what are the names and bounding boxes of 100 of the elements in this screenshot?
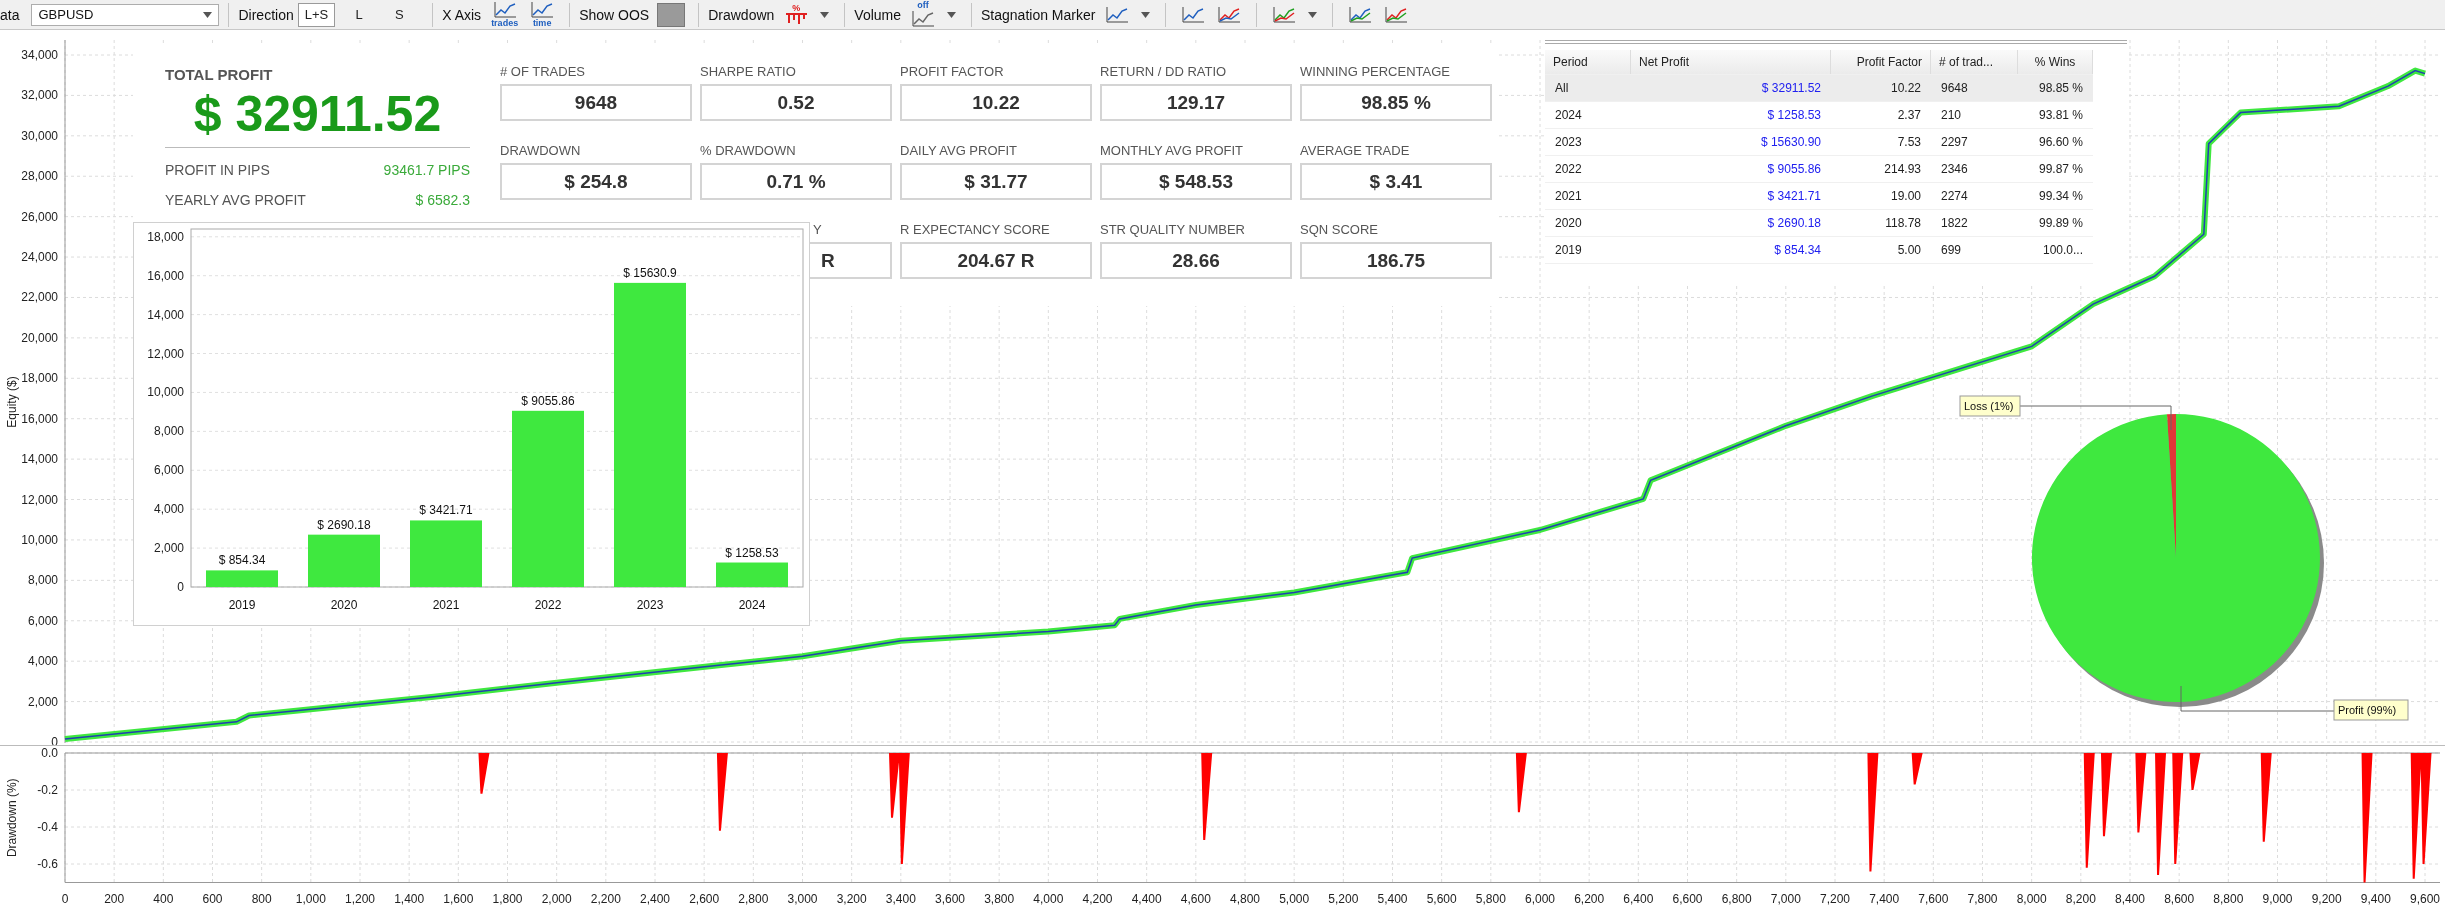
axis-tick-label: 2019 — [228, 598, 256, 612]
volume-button[interactable]: off — [909, 0, 937, 29]
caret-icon[interactable] — [820, 11, 830, 18]
column-header[interactable]: Period — [1545, 50, 1631, 74]
axis-tick-label: 6,800 — [1721, 891, 1752, 906]
axis-title: Equity ($) — [5, 376, 19, 428]
axis-tick-label: 12,000 — [147, 346, 184, 361]
table-cell-text: 96.60 % — [2037, 134, 2084, 151]
line-chart-icon — [1272, 5, 1297, 24]
total-profit-value: $ 32911.52 — [165, 85, 470, 148]
caret-icon[interactable] — [947, 11, 956, 18]
table-cell-text: 99.89 % — [2037, 215, 2084, 232]
metric-label: SQN SCORE — [1300, 222, 1378, 238]
axis-tick-label: 9,400 — [2360, 891, 2391, 906]
column-header[interactable]: # of trad... — [1931, 50, 2018, 74]
table-cell-text: 118.78 — [1884, 215, 1922, 232]
table-cell-text: $ 15630.90 — [1759, 134, 1822, 151]
column-header[interactable]: Net Profit — [1631, 50, 1831, 74]
drawdown-button[interactable]: % — [782, 0, 811, 29]
table-cell-text: $ 3421.71 — [1766, 188, 1822, 205]
metric-label: DAILY AVG PROFIT — [900, 143, 1018, 159]
table-cell-text: 9648 — [1940, 80, 1969, 97]
axis-tick-label: 3,200 — [836, 891, 867, 906]
table-cell-text: 210 — [1940, 107, 1963, 124]
table-cell-text: 93.81 % — [2037, 107, 2084, 124]
axis-tick-label: 6,400 — [1623, 891, 1654, 906]
metric-label: Y — [813, 222, 822, 238]
table-cell-text: 99.34 % — [2037, 188, 2084, 205]
x-axis-button[interactable]: trades — [489, 0, 521, 29]
metric-label: DRAWDOWN — [500, 143, 581, 159]
axis-tick-label: 7,600 — [1918, 891, 1949, 906]
metric-label: AVERAGE TRADE — [1300, 143, 1410, 159]
drawdown-label: Drawdown — [708, 6, 775, 23]
direction-toggle[interactable]: S — [383, 2, 416, 27]
metric-value: $ 3.41 — [1300, 163, 1492, 200]
metric-value: 98.85 % — [1300, 84, 1492, 121]
table-cell-text: 2020 — [1554, 215, 1583, 232]
axis-tick-label: 0 — [177, 580, 184, 594]
axis-tick-label: 4,000 — [27, 654, 58, 669]
axis-tick-label: 4,200 — [1082, 891, 1113, 906]
caret-icon[interactable] — [1141, 11, 1151, 18]
direction-toggle[interactable]: L — [343, 2, 376, 27]
axis-tick-label: -0.6 — [37, 857, 58, 871]
table-cell-text: 214.93 — [1883, 161, 1922, 178]
axis-tick-label: 1,800 — [492, 891, 523, 906]
symbol-dropdown[interactable]: GBPUSD — [31, 3, 220, 26]
bar-value-label: $ 3421.71 — [419, 503, 473, 518]
axis-tick-label: 14,000 — [21, 452, 58, 467]
axis-tick-label: 12,000 — [21, 492, 58, 507]
table-cell-text: 99.87 % — [2037, 161, 2084, 178]
axis-tick-label: 16,000 — [21, 411, 58, 426]
table-cell-text: 2346 — [1940, 161, 1969, 178]
metric-label: STR QUALITY NUMBER — [1100, 222, 1245, 238]
axis-tick-label: 26,000 — [21, 209, 58, 224]
show-oos-toggle[interactable] — [657, 2, 686, 27]
column-header[interactable]: Profit Factor — [1831, 50, 1931, 74]
axis-tick-label: 20,000 — [21, 330, 58, 345]
axis-tick-label: 2024 — [738, 598, 766, 612]
drawdown-bars-icon — [784, 13, 809, 25]
profit-bar — [716, 562, 788, 587]
metric-label: SHARPE RATIO — [700, 64, 796, 80]
direction-toggle[interactable]: L+S — [297, 2, 336, 27]
table-cell-text: $ 2690.18 — [1766, 215, 1822, 232]
metric-label: PROFIT FACTOR — [900, 64, 1004, 80]
axis-tick-label: 1,600 — [443, 891, 474, 906]
axis-tick-label: 2,000 — [153, 541, 184, 556]
metric-value: 10.22 — [900, 84, 1092, 121]
profit-bar — [206, 570, 278, 587]
stat-value: $ 6582.3 — [415, 192, 470, 208]
column-header[interactable]: % Wins — [2018, 50, 2093, 74]
table-cell-text: $ 9055.86 — [1766, 161, 1822, 178]
metric-value: 0.71 % — [700, 163, 892, 200]
table-cell-text: 5.00 — [1896, 242, 1922, 259]
axis-tick-label: 0.0 — [41, 746, 58, 760]
x-axis-button[interactable]: time — [528, 0, 557, 29]
axis-tick-label: 2,000 — [541, 891, 572, 906]
axis-tick-label: 16,000 — [147, 268, 184, 283]
table-row[interactable]: All $ 32911.52 10.22 9648 98.85 % — [1545, 75, 2093, 102]
table-cell-text: 1822 — [1940, 215, 1969, 232]
table-cell-text: 2022 — [1554, 161, 1583, 178]
axis-tick-label: 5,400 — [1377, 891, 1408, 906]
stat-label: YEARLY AVG PROFIT — [165, 192, 306, 208]
metric-label: RETURN / DD RATIO — [1100, 64, 1227, 80]
axis-tick-label: 200 — [104, 891, 125, 906]
axis-tick-label: 18,000 — [21, 371, 58, 386]
caret-icon[interactable] — [1308, 11, 1318, 18]
table-cell-text: All — [1554, 80, 1570, 97]
axis-tick-label: 1,400 — [394, 891, 425, 906]
metric-label: R EXPECTANCY SCORE — [900, 222, 1050, 238]
axis-tick-label: 2021 — [432, 598, 460, 612]
table-cell-text: 7.53 — [1896, 134, 1922, 151]
metric-value: $ 254.8 — [500, 163, 692, 200]
bar-value-label: $ 1258.53 — [725, 545, 779, 560]
axis-tick-label: 7,000 — [1770, 891, 1801, 906]
bar-value-label: $ 2690.18 — [317, 517, 371, 532]
axis-tick-label: 22,000 — [21, 290, 58, 305]
table-cell-text: 699 — [1940, 242, 1963, 259]
table-cell-text: 100.0... — [2041, 242, 2084, 259]
axis-tick-label: 28,000 — [21, 169, 58, 184]
axis-tick-label: 4,800 — [1230, 891, 1260, 906]
